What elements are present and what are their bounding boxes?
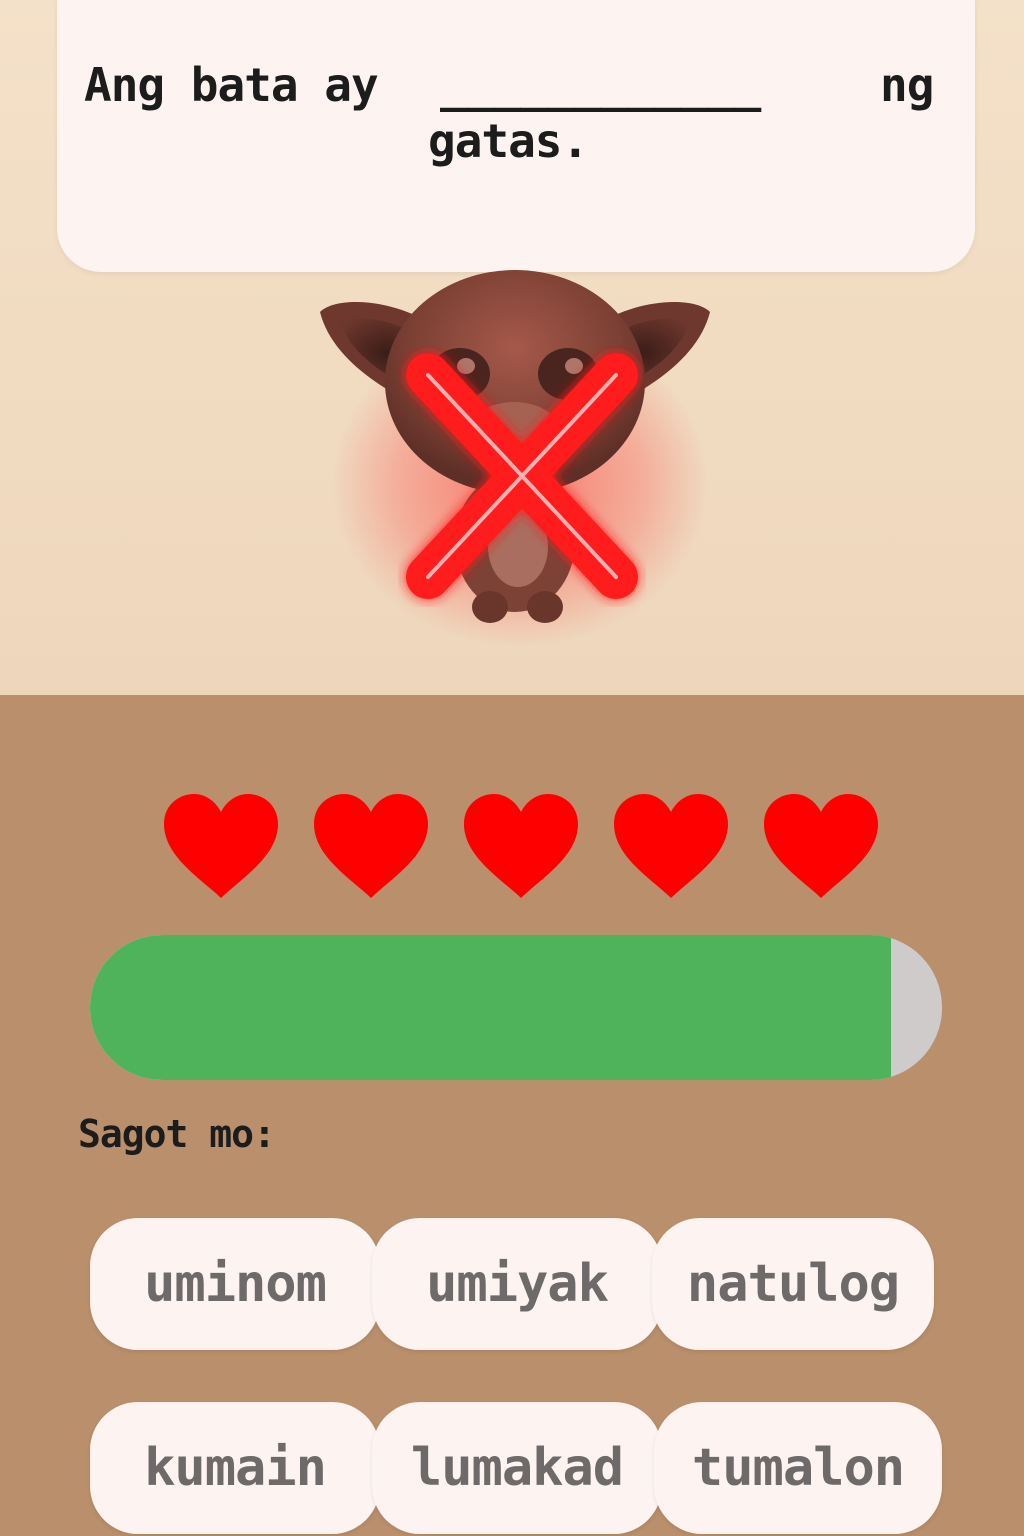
heart-icon: [614, 794, 728, 898]
question-text-after: ng: [880, 58, 934, 112]
question-text-before: Ang bata ay: [84, 58, 379, 112]
heart-shape: [464, 794, 578, 898]
choice-button-kumain[interactable]: kumain: [90, 1402, 380, 1534]
choice-button-tumalon[interactable]: tumalon: [654, 1402, 942, 1534]
heart-shape: [314, 794, 428, 898]
heart-icon: [764, 794, 878, 898]
progress-bar: [90, 935, 942, 1080]
choice-button-umiyak[interactable]: umiyak: [372, 1218, 662, 1350]
heart-icon: [164, 794, 278, 898]
answer-label: Sagot mo:: [78, 1112, 276, 1156]
heart-shape: [164, 794, 278, 898]
game-scene: Ang bata ay ____________ ng gatas.: [0, 0, 1024, 695]
wrong-x-icon: [406, 353, 638, 599]
heart-shape: [764, 794, 878, 898]
heart-icon: [314, 794, 428, 898]
choice-button-natulog[interactable]: natulog: [652, 1218, 934, 1350]
question-text-continuation: gatas.: [428, 114, 589, 168]
progress-bar-fill: [90, 935, 891, 1080]
heart-icon: [464, 794, 578, 898]
lives-hearts: [0, 790, 1024, 910]
heart-shape: [614, 794, 728, 898]
choice-button-lumakad[interactable]: lumakad: [372, 1402, 662, 1534]
choice-button-uminom[interactable]: uminom: [90, 1218, 380, 1350]
